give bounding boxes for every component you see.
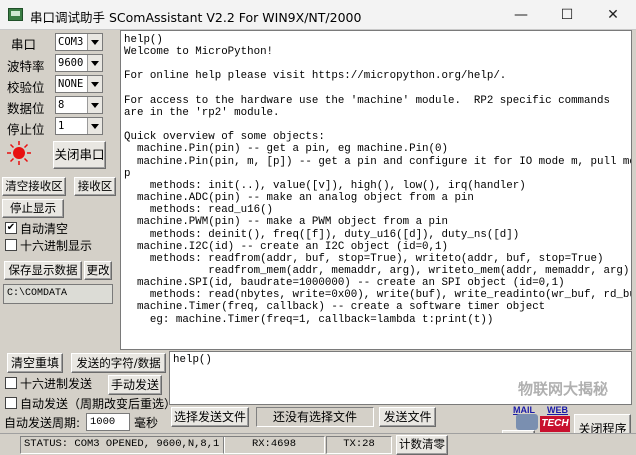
status-bar: STATUS: COM3 OPENED, 9600,N,8,1 RX:4698 … <box>0 433 636 455</box>
hex-send-label: 十六进制发送 <box>20 377 93 391</box>
stop-display-button[interactable]: 停止显示 <box>2 199 64 218</box>
file-status-text: 还没有选择文件 <box>256 407 374 427</box>
sent-chars-button[interactable]: 发送的字符/数据 <box>71 353 166 373</box>
period-input[interactable]: 1000 <box>86 413 130 431</box>
baud-value: 9600 <box>58 57 84 69</box>
parity-select[interactable]: NONE <box>55 75 103 93</box>
databits-select[interactable]: 8 <box>55 96 103 114</box>
databits-value: 8 <box>58 99 65 111</box>
databits-label: 数据位 <box>7 101 45 116</box>
maximize-button[interactable]: ☐ <box>544 0 590 30</box>
clear-receive-button[interactable]: 清空接收区 <box>2 177 66 196</box>
close-port-button[interactable]: 关闭串口 <box>53 141 106 169</box>
logo-icon <box>516 414 538 430</box>
hex-display-checkbox[interactable] <box>5 239 17 251</box>
stopbits-select[interactable]: 1 <box>55 117 103 135</box>
close-window-button[interactable]: ✕ <box>590 0 636 30</box>
send-input-text: help() <box>173 354 212 366</box>
save-data-button[interactable]: 保存显示数据 <box>4 261 82 280</box>
receive-area-button[interactable]: 接收区 <box>74 177 116 196</box>
stopbits-label: 停止位 <box>7 122 45 137</box>
app-icon <box>8 8 23 21</box>
rx-count: RX:4698 <box>223 436 325 454</box>
period-unit: 毫秒 <box>134 416 159 430</box>
baud-label: 波特率 <box>7 59 45 74</box>
title-bar: 串口调试助手 SComAssistant V2.2 For WIN9X/NT/2… <box>0 0 636 30</box>
minimize-button[interactable]: — <box>498 0 544 30</box>
parity-value: NONE <box>58 78 84 90</box>
manual-send-button[interactable]: 手动发送 <box>108 375 162 395</box>
receive-terminal[interactable]: help() Welcome to MicroPython! For onlin… <box>120 30 632 350</box>
status-text: STATUS: COM3 OPENED, 9600,N,8,1 <box>20 436 225 454</box>
web-link[interactable]: WEB <box>547 405 568 415</box>
reset-count-button[interactable]: 计数清零 <box>396 435 448 455</box>
port-value: COM3 <box>58 36 84 48</box>
auto-send-label: 自动发送（周期改变后重选） <box>20 397 177 411</box>
port-label: 串口 <box>11 37 37 52</box>
tx-count: TX:28 <box>326 436 392 454</box>
period-label: 自动发送周期: <box>4 416 81 430</box>
watermark: 物联网大揭秘 <box>518 380 609 398</box>
auto-clear-checkbox[interactable]: ✔ <box>5 222 17 234</box>
save-path-field[interactable]: C:\COMDATA <box>3 284 113 304</box>
port-status-light-icon <box>7 141 31 165</box>
tech-logo: TECH <box>540 416 570 432</box>
terminal-text: help() Welcome to MicroPython! For onlin… <box>124 34 631 326</box>
hex-display-label: 十六进制显示 <box>20 239 93 253</box>
chevron-down-icon[interactable] <box>87 97 102 113</box>
auto-send-checkbox[interactable] <box>5 397 17 409</box>
chevron-down-icon[interactable] <box>87 34 102 50</box>
window-title: 串口调试助手 SComAssistant V2.2 For WIN9X/NT/2… <box>30 10 362 25</box>
port-select[interactable]: COM3 <box>55 33 103 51</box>
auto-clear-label: 自动清空 <box>20 222 69 236</box>
select-file-button[interactable]: 选择发送文件 <box>171 407 249 427</box>
stopbits-value: 1 <box>58 120 65 132</box>
chevron-down-icon[interactable] <box>87 55 102 71</box>
send-file-button[interactable]: 发送文件 <box>379 407 436 427</box>
chevron-down-icon[interactable] <box>87 118 102 134</box>
baud-select[interactable]: 9600 <box>55 54 103 72</box>
chevron-down-icon[interactable] <box>87 76 102 92</box>
clear-resend-button[interactable]: 清空重填 <box>7 353 63 373</box>
parity-label: 校验位 <box>7 80 45 95</box>
change-path-button[interactable]: 更改 <box>84 261 112 280</box>
hex-send-checkbox[interactable] <box>5 377 17 389</box>
